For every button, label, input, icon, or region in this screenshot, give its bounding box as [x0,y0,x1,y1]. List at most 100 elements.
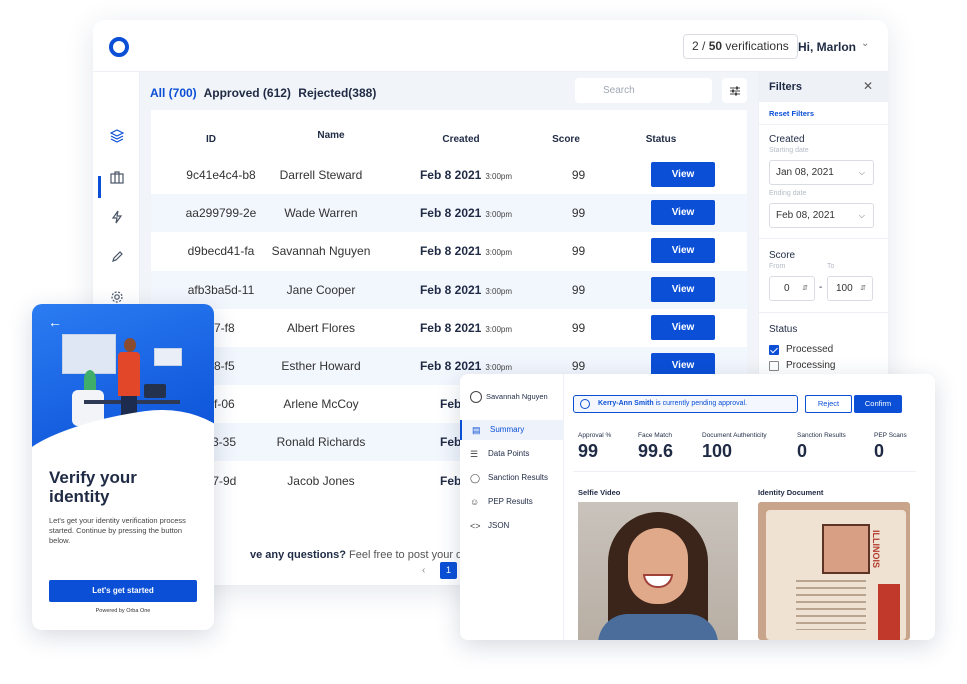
top-bar: 2 / 50 verifications Hi, Marlon ⌄ [93,20,888,72]
mobile-onboarding-card: ← Verify your identity Let's get your id… [32,304,214,630]
table-row[interactable]: 9c41e4c4-b8 Darrell Steward Feb 8 2021 3:00… [151,156,747,194]
chevron-down-icon: ⌵ [858,168,865,177]
cell-name: Savannah Nguyen [271,244,371,259]
powered-by-text: Powered by Orba One [95,608,151,614]
created-label: Created [769,134,805,145]
view-button[interactable]: View [651,314,715,340]
view-button[interactable]: View [651,238,715,264]
score-to-stepper[interactable]: 100 ⇵ [827,276,873,301]
cell-created: Feb 8 2021 3:00pm [391,194,541,232]
verifications-badge: 2 / 50 verifications [683,34,798,59]
stepper-icon: ⇵ [860,285,866,292]
cell-created: Feb 8 2021 3:00pm [391,309,541,347]
created-date: Feb 8 2021 [419,320,482,335]
cell-name: Jacob Jones [287,473,355,488]
onboarding-description: Let's get your identity verification pro… [49,516,186,545]
ending-date-select[interactable]: Feb 08, 2021 ⌵ [769,203,874,228]
pagination: ‹ 1 [422,562,457,579]
processed-label: Processed [786,344,834,355]
search-input[interactable]: Search [575,78,712,103]
pending-approval-banner: Kerry-Ann Smith is currently pending app… [573,395,798,413]
column-header[interactable]: Status [636,134,686,145]
person-illustration [124,338,136,352]
created-time: 3:00pm [485,248,513,258]
stat-label: Approval % [578,432,612,439]
reject-button[interactable]: Reject [805,395,852,413]
column-header[interactable]: Score [541,134,591,145]
lightning-icon[interactable] [107,207,127,227]
cell-name: Arlene McCoy [283,397,359,412]
table-row[interactable]: 97-f8 Albert Flores Feb 8 2021 3:00pm 99 View [151,309,747,347]
processing-checkbox[interactable] [769,361,779,371]
layers-icon[interactable] [107,126,127,146]
cell-score: 99 [571,320,586,335]
onboarding-title: Verify your identity [49,468,137,506]
tab-approved[interactable]: Approved (612) [204,86,291,100]
chevron-down-icon: ⌵ [858,211,865,220]
close-icon[interactable]: ✕ [863,79,873,93]
stat-label: Sanction Results [797,432,846,439]
table-row[interactable]: d9becd41-fa Savannah Nguyen Feb 8 2021 3:00… [151,232,747,270]
cell-score: 99 [571,282,586,297]
view-button[interactable]: View [651,276,715,302]
sidebar-active-indicator [98,176,101,198]
cell-name: Darrell Steward [279,168,363,182]
view-button[interactable]: View [651,200,715,226]
column-header[interactable]: Created [421,134,501,145]
nav-summary[interactable]: ▤ Summary [460,420,564,440]
table-row[interactable]: aa299799-2e Wade Warren Feb 8 2021 3:00pm 99… [151,194,747,233]
nav-data-points[interactable]: ☰ Data Points [460,444,564,464]
logo[interactable] [109,37,129,57]
reset-filters-link[interactable]: Reset Filters [769,109,814,118]
tab-all[interactable]: All (700) [150,86,197,100]
monitor-illustration [154,348,182,366]
starting-date-select[interactable]: Jan 08, 2021 ⌵ [769,160,874,185]
nav-pep-results[interactable]: ☺ PEP Results [460,492,564,512]
nav-json[interactable]: <> JSON [460,516,564,536]
view-button[interactable]: View [651,162,715,187]
column-header[interactable]: Name [291,130,371,141]
back-arrow-icon[interactable]: ← [48,314,62,330]
code-icon: <> [470,521,481,531]
nav-sanction-results[interactable]: ◯ Sanction Results [460,468,564,488]
id-stripe [878,584,900,640]
selfie-video[interactable] [578,502,738,640]
pen-icon[interactable] [107,247,127,267]
cell-created: Feb 8 2021 3:00pm [391,156,541,194]
pagination-page-1[interactable]: 1 [440,562,457,579]
status-label: Status [769,324,798,335]
table-row[interactable]: afb3ba5d-11 Jane Cooper Feb 8 2021 3:00pm 99… [151,270,747,309]
divider [759,312,888,313]
created-date: Feb 8 2021 [419,359,482,373]
cell-score: 99 [571,168,586,182]
sliders-icon [729,86,740,95]
confirm-button[interactable]: Confirm [854,395,902,413]
laptop-illustration [144,384,166,398]
divider [759,238,888,239]
processed-checkbox[interactable] [769,345,779,355]
score-from-label: From [769,263,786,270]
status-tabs: All (700) Approved (612) Rejected(388) [150,86,380,100]
selfie-video-label: Selfie Video [578,488,621,497]
stat-value: 99.6 [638,441,674,461]
detail-nav: Savannah Nguyen ▤ Summary ☰ Data Points ◯ S… [460,374,564,640]
cell-name: Jane Cooper [286,282,356,297]
filter-settings-button[interactable] [722,78,747,103]
processing-label: Processing [786,360,836,371]
identity-document-image[interactable]: ILLINOIS [758,502,910,640]
user-greeting[interactable]: Hi, Marlon [798,40,856,54]
cell-name: Esther Howard [281,359,361,373]
chevron-down-icon[interactable]: ⌄ [861,38,869,49]
detail-user-name: Savannah Nguyen [486,392,548,401]
stat-label: Document Authenticity [702,432,767,439]
tab-rejected[interactable]: Rejected(388) [298,86,376,100]
column-header[interactable]: ID [191,134,231,145]
score-from-stepper[interactable]: 0 ⇵ [769,276,815,301]
pagination-prev-button[interactable]: ‹ [422,565,425,576]
cell-name: Ronald Richards [276,435,366,450]
created-date: Feb 8 2021 [419,244,482,259]
get-started-button[interactable]: Let's get started [49,580,197,602]
briefcase-icon[interactable] [107,167,127,187]
cell-created: Feb 8 2021 3:00pm [391,271,541,309]
created-time: 3:00pm [485,286,513,296]
